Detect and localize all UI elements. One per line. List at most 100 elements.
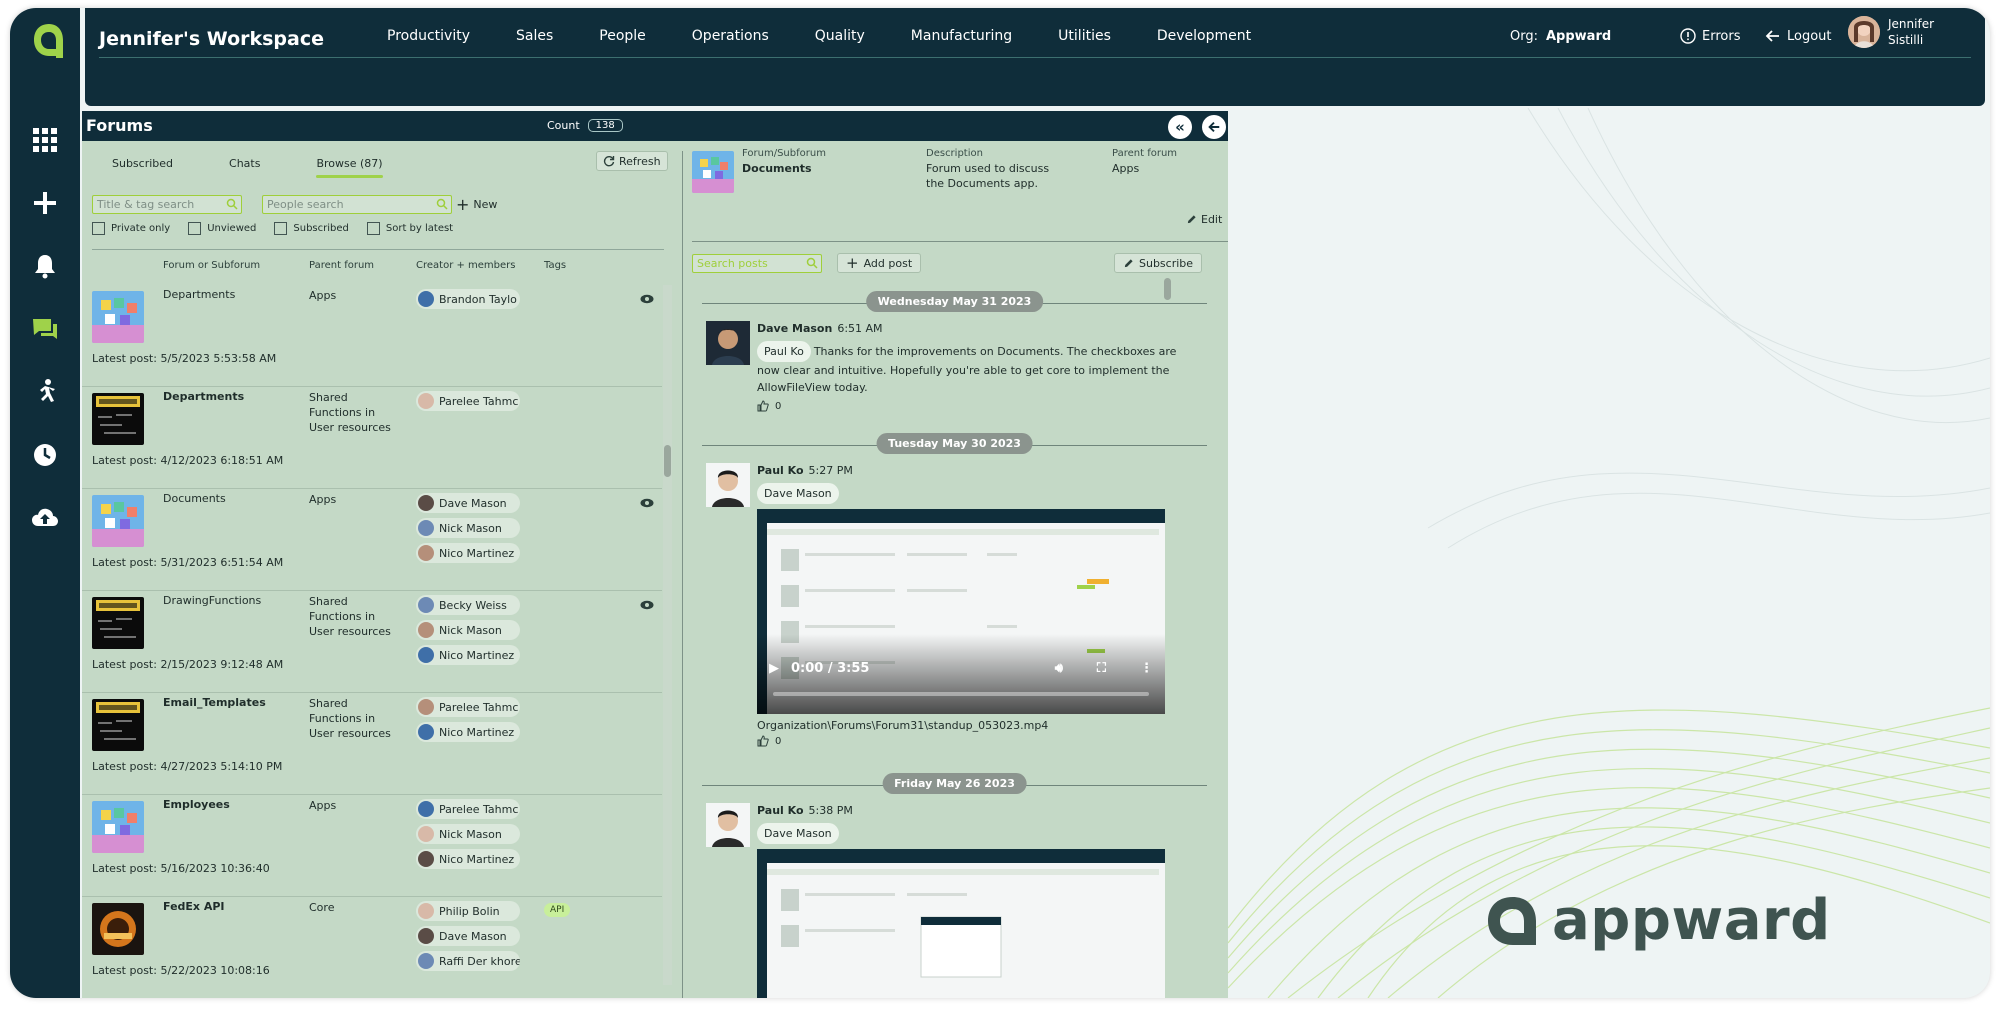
member-chip[interactable]: Becky Weiss — [416, 595, 520, 615]
tab-chats[interactable]: Chats — [229, 157, 260, 170]
refresh-button[interactable]: Refresh — [596, 151, 668, 171]
scrollbar-thumb[interactable] — [1164, 278, 1171, 300]
checkbox[interactable] — [366, 222, 380, 235]
cloud-upload-icon[interactable] — [30, 503, 60, 533]
title-tag-search-input[interactable]: Title & tag search — [92, 195, 242, 214]
post-author[interactable]: Paul Ko — [757, 804, 804, 817]
member-chip[interactable]: Brandon Taylo — [416, 289, 520, 309]
list-item[interactable]: Documents Apps Dave Mason Nick Mason Nico Ma… — [82, 489, 662, 591]
eye-icon[interactable] — [640, 293, 654, 304]
video-file-path[interactable]: Organization\Forums\Forum31\standup_0530… — [757, 719, 1048, 732]
forum-name[interactable]: Employees — [163, 798, 230, 811]
app-logo-icon[interactable] — [32, 22, 66, 60]
member-chip[interactable]: Nick Mason — [416, 620, 520, 640]
mention-chip[interactable]: Paul Ko — [757, 341, 811, 362]
plus-icon[interactable] — [30, 188, 60, 218]
eye-icon[interactable] — [640, 497, 654, 508]
forum-list-scrollbar[interactable] — [663, 285, 672, 985]
checkbox[interactable] — [274, 222, 288, 235]
scrollbar-thumb[interactable] — [664, 445, 671, 477]
filter-unviewed[interactable]: Unviewed — [188, 222, 256, 235]
bell-icon[interactable] — [30, 251, 60, 281]
checkbox[interactable] — [188, 222, 202, 235]
collapse-button[interactable]: « — [1168, 115, 1192, 139]
mention-chip[interactable]: Dave Mason — [757, 823, 839, 844]
org-indicator[interactable]: Org: Appward — [1510, 29, 1611, 44]
eye-icon[interactable] — [640, 599, 654, 610]
member-chip[interactable]: Parelee Tahmc — [416, 799, 520, 819]
play-icon[interactable]: ▶ — [769, 661, 779, 676]
nav-productivity[interactable]: Productivity — [387, 28, 470, 44]
video-progress[interactable] — [773, 692, 1149, 696]
member-chip[interactable]: Dave Mason — [416, 493, 520, 513]
like-button[interactable]: 0 — [757, 735, 781, 747]
tab-browse[interactable]: Browse (87) — [316, 157, 383, 178]
logout-button[interactable]: Logout — [1765, 28, 1832, 44]
member-chip[interactable]: Nick Mason — [416, 518, 520, 538]
column-header-members[interactable]: Creator + members — [416, 260, 516, 271]
user-menu[interactable]: Jennifer Sistilli — [1848, 16, 1934, 48]
people-search-input[interactable]: People search — [262, 195, 452, 214]
runner-icon[interactable] — [30, 377, 60, 407]
video-player[interactable] — [757, 849, 1165, 998]
video-player[interactable]: ▶ 0:00 / 3:55 🔊︎ ⛶ ⋮ — [757, 509, 1165, 714]
new-forum-button[interactable]: + New — [456, 195, 497, 214]
add-post-button[interactable]: + Add post — [837, 253, 922, 273]
filter-private-only[interactable]: Private only — [92, 222, 170, 235]
filter-sort-by-latest[interactable]: Sort by latest — [366, 222, 453, 235]
column-header-parent[interactable]: Parent forum — [309, 260, 374, 271]
post-author[interactable]: Paul Ko — [757, 464, 804, 477]
nav-sales[interactable]: Sales — [516, 28, 553, 44]
column-header-tags[interactable]: Tags — [544, 260, 566, 271]
errors-button[interactable]: Errors — [1680, 28, 1740, 44]
fullscreen-icon[interactable]: ⛶ — [1097, 661, 1106, 676]
member-chip[interactable]: Dave Mason — [416, 926, 520, 946]
member-chip[interactable]: Parelee Tahmc — [416, 391, 520, 411]
member-chip[interactable]: Nico Martinez — [416, 722, 520, 742]
tag-badge[interactable]: API — [544, 903, 571, 917]
forum-name[interactable]: Departments — [163, 288, 235, 301]
subscribe-button[interactable]: Subscribe — [1114, 253, 1203, 273]
volume-icon[interactable]: 🔊︎ — [1055, 661, 1063, 676]
forum-name[interactable]: Departments — [163, 390, 244, 403]
member-chip[interactable]: Philip Bolin — [416, 901, 520, 921]
list-item[interactable]: Email_Templates Shared Functions in User … — [82, 693, 662, 795]
back-button[interactable] — [1202, 115, 1226, 139]
nav-development[interactable]: Development — [1157, 28, 1251, 44]
forum-name[interactable]: Documents — [163, 492, 226, 505]
like-button[interactable]: 0 — [757, 400, 781, 412]
forum-name[interactable]: Email_Templates — [163, 696, 266, 709]
nav-quality[interactable]: Quality — [815, 28, 865, 44]
nav-manufacturing[interactable]: Manufacturing — [911, 28, 1012, 44]
column-header-forum[interactable]: Forum or Subforum — [163, 260, 260, 271]
list-item[interactable]: Departments Shared Functions in User reso… — [82, 387, 662, 489]
chat-icon[interactable] — [30, 314, 60, 344]
mention-chip[interactable]: Dave Mason — [757, 483, 839, 504]
nav-people[interactable]: People — [599, 28, 646, 44]
nav-operations[interactable]: Operations — [692, 28, 769, 44]
member-chip[interactable]: Nico Martinez — [416, 849, 520, 869]
detail-divider — [692, 241, 1228, 242]
forum-name[interactable]: DrawingFunctions — [163, 594, 261, 607]
forum-name[interactable]: FedEx API — [163, 900, 225, 913]
filter-subscribed[interactable]: Subscribed — [274, 222, 349, 235]
member-chip[interactable]: Nick Mason — [416, 824, 520, 844]
nav-utilities[interactable]: Utilities — [1058, 28, 1111, 44]
tab-subscribed[interactable]: Subscribed — [112, 157, 173, 170]
list-item[interactable]: FedEx API Core Philip Bolin Dave Mason Raffi… — [82, 897, 662, 998]
list-item[interactable]: DrawingFunctions Shared Functions in User… — [82, 591, 662, 693]
apps-grid-icon[interactable] — [30, 125, 60, 155]
edit-button[interactable]: Edit — [1186, 213, 1222, 226]
member-chip[interactable]: Nico Martinez — [416, 645, 520, 665]
member-chip[interactable]: Parelee Tahmc — [416, 697, 520, 717]
search-posts-input[interactable]: Search posts — [692, 254, 822, 273]
clock-icon[interactable] — [30, 440, 60, 470]
list-item[interactable]: Departments Apps Brandon Taylo Latest post:… — [82, 285, 662, 387]
member-chip[interactable]: Nico Martinez — [416, 543, 520, 563]
detail-scrollbar[interactable] — [1164, 278, 1172, 978]
member-chip[interactable]: Raffi Der khore — [416, 951, 520, 971]
checkbox[interactable] — [92, 222, 105, 235]
post-author[interactable]: Dave Mason — [757, 322, 832, 335]
list-item[interactable]: Employees Apps Parelee Tahmc Nick Mason Nico… — [82, 795, 662, 897]
more-options-icon[interactable]: ⋮ — [1140, 661, 1153, 676]
